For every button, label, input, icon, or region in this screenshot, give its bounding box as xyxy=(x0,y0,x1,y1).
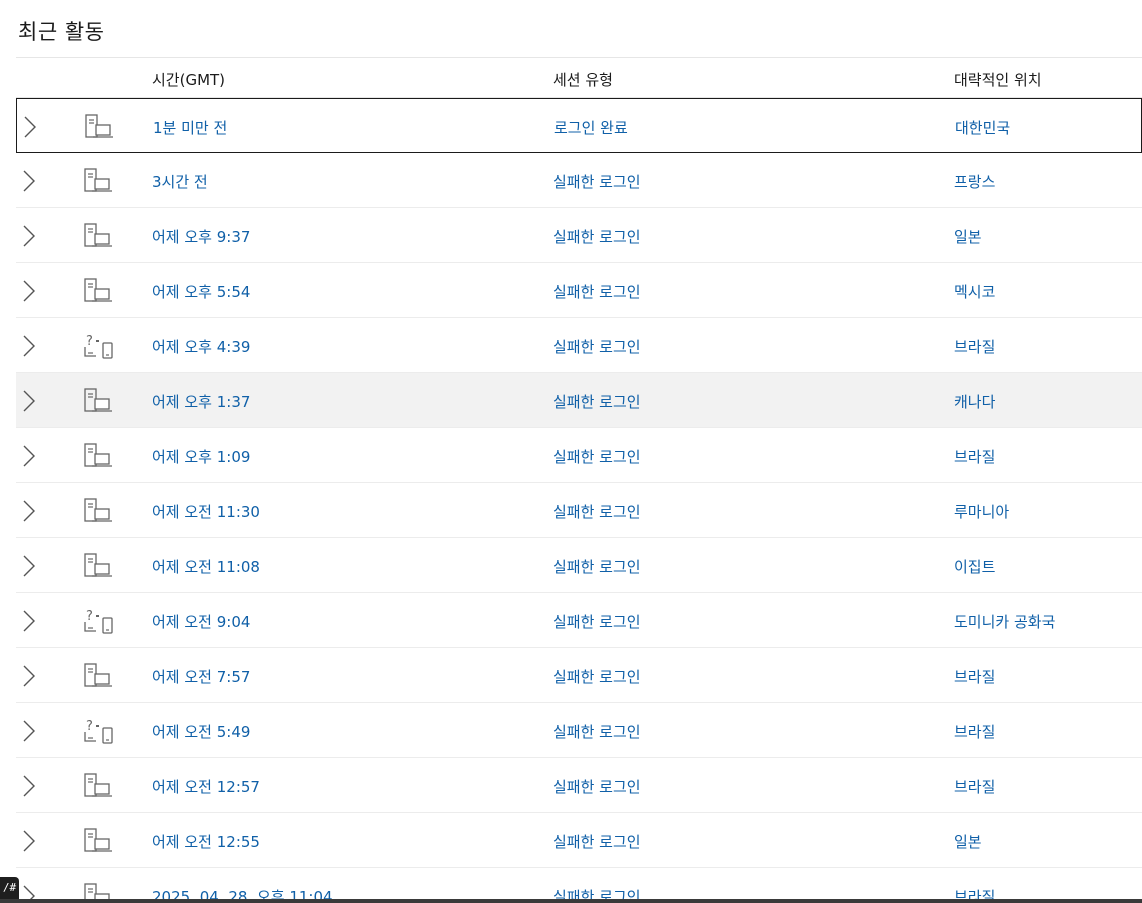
desktop-laptop-icon xyxy=(83,277,115,305)
time-cell[interactable]: 어제 오전 7:57 xyxy=(152,666,250,687)
location-cell[interactable]: 멕시코 xyxy=(954,281,995,302)
chevron-right-icon[interactable] xyxy=(22,445,36,467)
session-type-cell[interactable]: 실패한 로그인 xyxy=(553,391,641,412)
chevron-right-icon[interactable] xyxy=(22,500,36,522)
session-type-cell[interactable]: 실패한 로그인 xyxy=(553,281,641,302)
location-cell[interactable]: 캐나다 xyxy=(954,391,995,412)
chevron-right-icon[interactable] xyxy=(22,390,36,412)
chevron-right-icon[interactable] xyxy=(22,665,36,687)
session-type-cell[interactable]: 실패한 로그인 xyxy=(553,336,641,357)
session-type-cell[interactable]: 실패한 로그인 xyxy=(553,611,641,632)
svg-text:?: ? xyxy=(86,609,93,624)
chevron-right-icon[interactable] xyxy=(22,775,36,797)
time-cell[interactable]: 1분 미만 전 xyxy=(153,117,227,138)
desktop-laptop-icon xyxy=(83,442,115,470)
desktop-laptop-icon xyxy=(84,113,116,141)
location-cell[interactable]: 이집트 xyxy=(954,556,995,577)
unknown-device-icon: ? xyxy=(83,607,115,635)
session-type-cell[interactable]: 실패한 로그인 xyxy=(553,721,641,742)
table-row[interactable]: 2025. 04. 28. 오후 11:04 실패한 로그인 브라질 xyxy=(16,868,1142,903)
desktop-laptop-icon xyxy=(83,167,115,195)
session-type-cell[interactable]: 실패한 로그인 xyxy=(553,171,641,192)
chevron-right-icon[interactable] xyxy=(22,720,36,742)
location-cell[interactable]: 대한민국 xyxy=(955,117,1010,138)
column-header-location: 대략적인 위치 xyxy=(954,71,1042,89)
unknown-device-icon: ? xyxy=(83,332,115,360)
table-header: 시간(GMT) 세션 유형 대략적인 위치 xyxy=(16,57,1142,98)
chevron-right-icon[interactable] xyxy=(22,335,36,357)
desktop-laptop-icon xyxy=(83,827,115,855)
time-cell[interactable]: 어제 오전 5:49 xyxy=(152,721,250,742)
location-cell[interactable]: 브라질 xyxy=(954,666,995,687)
table-row[interactable]: ? 어제 오전 5:49 실패한 로그인 브라질 xyxy=(16,703,1142,758)
table-row[interactable]: 어제 오전 11:30 실패한 로그인 루마니아 xyxy=(16,483,1142,538)
time-cell[interactable]: 어제 오전 11:08 xyxy=(152,556,260,577)
location-cell[interactable]: 브라질 xyxy=(954,446,995,467)
table-row[interactable]: 3시간 전 실패한 로그인 프랑스 xyxy=(16,153,1142,208)
page-title: 최근 활동 xyxy=(18,20,105,44)
unknown-device-icon: ? xyxy=(83,717,115,745)
bottom-scrollbar[interactable] xyxy=(0,899,1142,903)
table-row[interactable]: 어제 오전 7:57 실패한 로그인 브라질 xyxy=(16,648,1142,703)
session-type-cell[interactable]: 실패한 로그인 xyxy=(553,666,641,687)
time-cell[interactable]: 어제 오전 9:04 xyxy=(152,611,250,632)
time-cell[interactable]: 어제 오전 12:55 xyxy=(152,831,260,852)
table-row[interactable]: 어제 오전 12:57 실패한 로그인 브라질 xyxy=(16,758,1142,813)
corner-tag: /# xyxy=(0,877,19,899)
desktop-laptop-icon xyxy=(83,222,115,250)
location-cell[interactable]: 일본 xyxy=(954,831,982,852)
chevron-right-icon[interactable] xyxy=(22,225,36,247)
table-row[interactable]: 어제 오전 11:08 실패한 로그인 이집트 xyxy=(16,538,1142,593)
chevron-right-icon[interactable] xyxy=(23,116,37,138)
time-cell[interactable]: 어제 오후 4:39 xyxy=(152,336,250,357)
session-type-cell[interactable]: 실패한 로그인 xyxy=(553,501,641,522)
column-header-session-type: 세션 유형 xyxy=(553,71,613,89)
location-cell[interactable]: 루마니아 xyxy=(954,501,1009,522)
table-row[interactable]: 어제 오후 5:54 실패한 로그인 멕시코 xyxy=(16,263,1142,318)
location-cell[interactable]: 브라질 xyxy=(954,721,995,742)
session-type-cell[interactable]: 실패한 로그인 xyxy=(553,776,641,797)
table-row[interactable]: 어제 오후 9:37 실패한 로그인 일본 xyxy=(16,208,1142,263)
time-cell[interactable]: 어제 오전 12:57 xyxy=(152,776,260,797)
location-cell[interactable]: 도미니카 공화국 xyxy=(954,611,1055,632)
activity-table: 시간(GMT) 세션 유형 대략적인 위치 1분 미만 전 로그인 완료 대한민국 3… xyxy=(16,57,1142,903)
table-row[interactable]: 어제 오후 1:37 실패한 로그인 캐나다 xyxy=(16,373,1142,428)
table-row[interactable]: 어제 오후 1:09 실패한 로그인 브라질 xyxy=(16,428,1142,483)
table-row[interactable]: 어제 오전 12:55 실패한 로그인 일본 xyxy=(16,813,1142,868)
desktop-laptop-icon xyxy=(83,662,115,690)
location-cell[interactable]: 브라질 xyxy=(954,776,995,797)
location-cell[interactable]: 프랑스 xyxy=(954,171,995,192)
time-cell[interactable]: 어제 오후 1:37 xyxy=(152,391,250,412)
table-body: 1분 미만 전 로그인 완료 대한민국 3시간 전 실패한 로그인 프랑스 어제 오후 9:… xyxy=(16,98,1142,903)
session-type-cell[interactable]: 로그인 완료 xyxy=(554,117,628,138)
recent-activity-page: 최근 활동 시간(GMT) 세션 유형 대략적인 위치 1분 미만 전 로그인 완… xyxy=(0,0,1142,903)
session-type-cell[interactable]: 실패한 로그인 xyxy=(553,831,641,852)
chevron-right-icon[interactable] xyxy=(22,280,36,302)
session-type-cell[interactable]: 실패한 로그인 xyxy=(553,226,641,247)
chevron-right-icon[interactable] xyxy=(22,170,36,192)
time-cell[interactable]: 어제 오후 1:09 xyxy=(152,446,250,467)
time-cell[interactable]: 어제 오전 11:30 xyxy=(152,501,260,522)
chevron-right-icon[interactable] xyxy=(22,830,36,852)
table-row[interactable]: ? 어제 오후 4:39 실패한 로그인 브라질 xyxy=(16,318,1142,373)
table-row[interactable]: 1분 미만 전 로그인 완료 대한민국 xyxy=(16,98,1142,153)
time-cell[interactable]: 어제 오후 5:54 xyxy=(152,281,250,302)
table-row[interactable]: ? 어제 오전 9:04 실패한 로그인 도미니카 공화국 xyxy=(16,593,1142,648)
time-cell[interactable]: 3시간 전 xyxy=(152,171,208,192)
desktop-laptop-icon xyxy=(83,387,115,415)
svg-text:?: ? xyxy=(86,719,93,734)
location-cell[interactable]: 일본 xyxy=(954,226,982,247)
desktop-laptop-icon xyxy=(83,497,115,525)
desktop-laptop-icon xyxy=(83,552,115,580)
time-cell[interactable]: 어제 오후 9:37 xyxy=(152,226,250,247)
session-type-cell[interactable]: 실패한 로그인 xyxy=(553,446,641,467)
session-type-cell[interactable]: 실패한 로그인 xyxy=(553,556,641,577)
location-cell[interactable]: 브라질 xyxy=(954,336,995,357)
desktop-laptop-icon xyxy=(83,772,115,800)
column-header-time: 시간(GMT) xyxy=(152,71,226,89)
chevron-right-icon[interactable] xyxy=(22,555,36,577)
chevron-right-icon[interactable] xyxy=(22,610,36,632)
svg-text:?: ? xyxy=(86,334,93,349)
